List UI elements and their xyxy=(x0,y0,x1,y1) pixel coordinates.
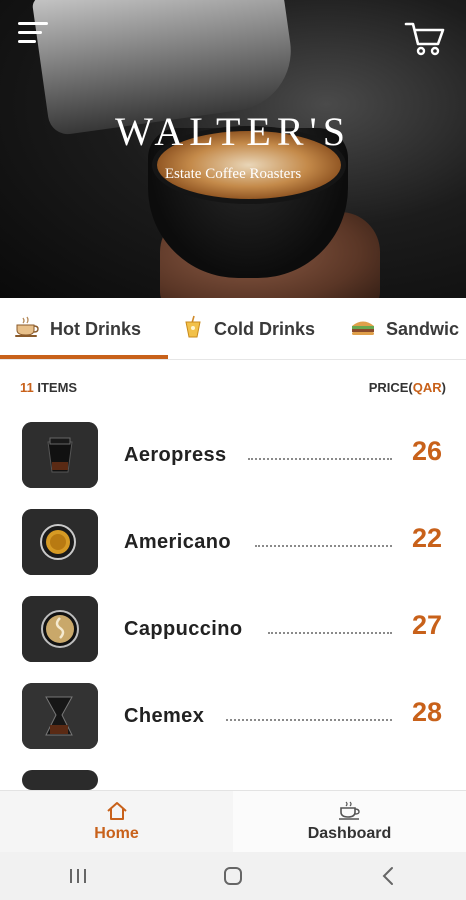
americano-cup-icon xyxy=(22,509,98,575)
list-header: 11 ITEMS PRICE(QAR) xyxy=(20,380,446,400)
item-name: Cappuccino xyxy=(124,618,243,640)
tab-sandwiches[interactable]: Sandwic xyxy=(350,298,460,359)
hamburger-menu-icon[interactable] xyxy=(18,22,48,46)
item-name: Americano xyxy=(124,531,231,553)
cappuccino-cup-icon xyxy=(22,596,98,662)
menu-item-cappuccino[interactable]: Cappuccino 27 xyxy=(22,596,446,664)
system-navigation-bar xyxy=(0,852,466,900)
nav-home-label: Home xyxy=(94,824,139,842)
item-price: 28 xyxy=(411,697,442,727)
tab-hot-drinks[interactable]: Hot Drinks xyxy=(14,298,142,359)
bottom-navigation: Home Dashboard xyxy=(0,790,466,852)
aeropress-brewer-icon xyxy=(22,422,98,488)
menu-item-aeropress[interactable]: Aeropress 26 xyxy=(22,422,446,490)
coffee-cup-icon xyxy=(338,801,360,820)
tab-label: Sandwic xyxy=(386,318,460,339)
nav-home[interactable]: Home xyxy=(0,791,233,852)
brand-logo-title: WALTER'S xyxy=(115,109,351,154)
item-name: Aeropress xyxy=(124,444,227,466)
tab-label: Hot Drinks xyxy=(50,318,142,339)
back-icon[interactable] xyxy=(368,861,408,891)
tab-cold-drinks[interactable]: Cold Drinks xyxy=(182,298,316,359)
home-button-icon[interactable] xyxy=(213,861,253,891)
menu-item-americano[interactable]: Americano 22 xyxy=(22,509,446,577)
price-currency-label: PRICE(QAR) xyxy=(368,380,446,395)
item-dots-leader xyxy=(248,458,392,460)
brand-logo-subtitle: Estate Coffee Roasters xyxy=(164,166,302,182)
category-tabs: Hot Drinks Cold Drinks Sandwic xyxy=(0,298,466,360)
item-thumbnail xyxy=(22,770,98,790)
item-dots-leader xyxy=(255,545,392,547)
item-name: Chemex xyxy=(124,705,205,727)
chemex-brewer-icon xyxy=(22,683,98,749)
nav-dashboard[interactable]: Dashboard xyxy=(233,791,466,852)
item-dots-leader xyxy=(226,719,392,721)
item-price: 27 xyxy=(411,610,442,640)
tab-label: Cold Drinks xyxy=(214,318,316,339)
hero-banner: WALTER'S Estate Coffee Roasters xyxy=(0,0,466,298)
sandwich-icon xyxy=(350,317,376,342)
nav-dashboard-label: Dashboard xyxy=(307,824,392,842)
menu-item-partial[interactable] xyxy=(22,770,446,790)
menu-item-chemex[interactable]: Chemex 28 xyxy=(22,683,446,751)
hot-coffee-icon xyxy=(14,316,40,343)
item-count: 11 ITEMS xyxy=(20,380,78,395)
home-icon xyxy=(106,801,127,820)
recent-apps-icon[interactable] xyxy=(58,861,98,891)
cold-drink-icon xyxy=(182,315,204,344)
shopping-cart-icon[interactable] xyxy=(404,20,446,56)
item-dots-leader xyxy=(268,632,392,634)
item-price: 26 xyxy=(411,436,442,466)
item-price: 22 xyxy=(411,523,442,553)
tab-active-indicator xyxy=(0,355,168,359)
